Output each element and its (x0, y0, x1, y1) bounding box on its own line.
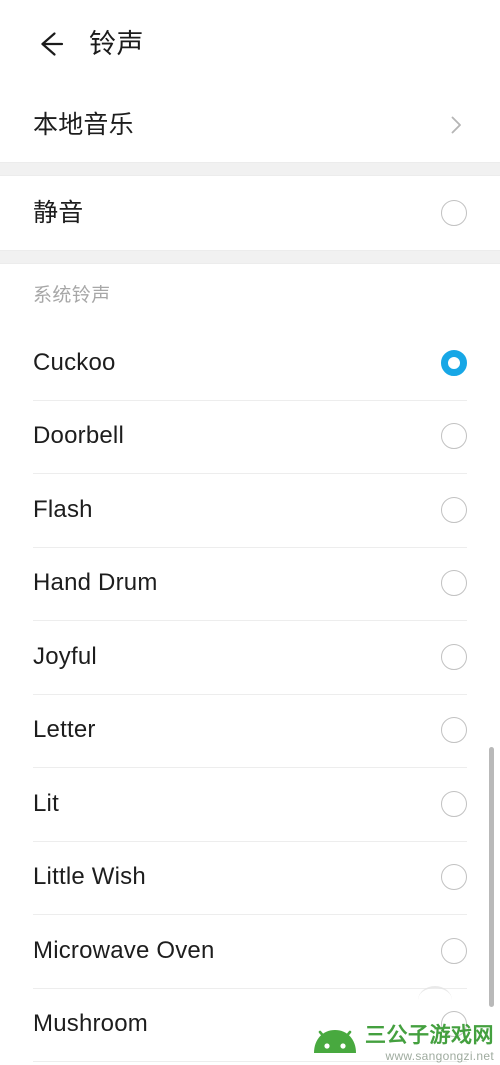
ringtone-radio-selected[interactable] (441, 349, 467, 376)
ringtone-name: Flash (33, 495, 93, 523)
ringtone-row[interactable]: Cuckoo (0, 326, 500, 400)
ringtone-radio[interactable] (441, 423, 467, 450)
ringtone-row[interactable]: Lit (0, 767, 500, 841)
ringtone-radio[interactable] (441, 864, 467, 891)
ringtone-name: Letter (33, 716, 96, 744)
ringtone-name: Little Wish (33, 863, 146, 891)
local-music-row[interactable]: 本地音乐 (0, 88, 500, 162)
ringtone-radio[interactable] (441, 717, 467, 744)
scrollbar-thumb[interactable] (489, 747, 494, 1007)
ringtone-name: Hand Drum (33, 569, 158, 597)
silent-row[interactable]: 静音 (0, 176, 500, 250)
ringtone-name: Doorbell (33, 422, 124, 450)
chevron-right-icon (445, 114, 467, 136)
ringtone-row[interactable]: New World (0, 1061, 500, 1065)
ringtone-name: Mushroom (33, 1010, 148, 1038)
ringtone-row[interactable]: Doorbell (0, 399, 500, 473)
scrollbar-track[interactable] (489, 262, 497, 1065)
ringtone-radio[interactable] (441, 496, 467, 523)
ringtone-row[interactable]: Microwave Oven (0, 914, 500, 988)
local-music-label: 本地音乐 (33, 110, 134, 139)
system-ringtones-section-header: 系统铃声 (0, 264, 500, 326)
page-title: 铃声 (89, 28, 144, 59)
ringtone-radio[interactable] (441, 1011, 467, 1038)
ringtone-radio[interactable] (441, 937, 467, 964)
back-arrow-icon[interactable] (33, 27, 67, 61)
silent-radio[interactable] (441, 200, 467, 226)
ringtone-row[interactable]: Little Wish (0, 840, 500, 914)
system-ringtones-label: 系统铃声 (33, 284, 111, 306)
ringtone-name: Lit (33, 789, 59, 817)
ringtone-name: Joyful (33, 642, 97, 670)
ringtone-row[interactable]: Hand Drum (0, 546, 500, 620)
section-gap-bottom (0, 250, 500, 264)
ringtone-settings-screen: 铃声 本地音乐 静音 系统铃声 Cuckoo Doorbell Flash Hand … (0, 0, 500, 1065)
ringtone-row[interactable]: Joyful (0, 620, 500, 694)
silent-label: 静音 (33, 198, 84, 227)
ringtone-radio[interactable] (441, 790, 467, 817)
ringtone-row[interactable]: Flash (0, 473, 500, 547)
app-header: 铃声 (0, 0, 500, 88)
ringtone-radio[interactable] (441, 570, 467, 597)
ringtone-radio[interactable] (441, 643, 467, 670)
section-gap-top (0, 162, 500, 176)
ringtone-name: Cuckoo (33, 348, 116, 376)
ringtone-list: Cuckoo Doorbell Flash Hand Drum Joyful Letter… (0, 326, 500, 1065)
ringtone-row[interactable]: Letter (0, 693, 500, 767)
ringtone-name: Microwave Oven (33, 936, 215, 964)
